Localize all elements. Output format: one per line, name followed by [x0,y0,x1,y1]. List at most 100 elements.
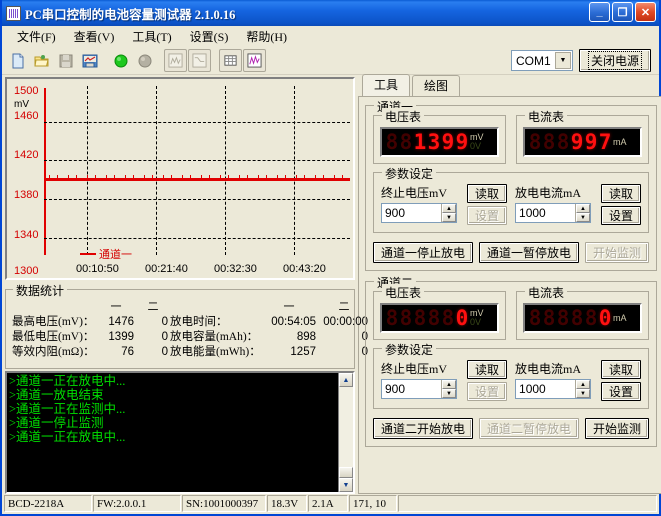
channel2-voltage-unit: mV 0V [470,309,484,327]
scrollbar-thumb[interactable] [339,467,353,478]
spin-up-icon[interactable]: ▲ [442,204,456,213]
channel2-pause-discharge-button[interactable]: 通道二暂停放电 [479,418,580,439]
scrollbar-track[interactable] [339,387,353,467]
channel2-left-buttons: 读取 设置 [467,360,508,401]
channel1-params: 参数设定 终止电压mV ▲ ▼ [373,165,650,233]
tab-tools[interactable]: 工具 [362,74,411,96]
open-file-button[interactable] [30,49,53,72]
plot-view-button[interactable] [243,49,266,72]
channel1-current-read-button[interactable]: 读取 [601,184,642,203]
stat-capacity-ch1: 898 [296,331,316,343]
tools-tab-panel: 通道一 电压表 8 8 1 3 9 9 mV 0V 电流表 8 8 8 9 9 … [358,96,661,494]
channel1-stop-discharge-button[interactable]: 通道一停止放电 [373,242,474,263]
channel1-current-input[interactable] [516,204,576,222]
statistics-grid: 一 二 一 二 最高电压(mV)： 1476 0 放电时间： 00:54:05 … [12,300,368,360]
statistics-panel: 数据统计 一 二 一 二 最高电压(mV)： 1476 0 放电时间： 00:5… [5,282,368,369]
close-button[interactable]: ✕ [635,2,656,22]
led-digit: 9 [455,129,469,154]
spin-up-icon[interactable]: ▲ [576,204,591,213]
channel2-voltage-digits: 8 8 8 8 8 0 [385,305,469,330]
menu-view[interactable]: 查看(V) [65,26,124,47]
save-button[interactable] [54,49,77,72]
led-digit: 8 [399,305,413,330]
maximize-button[interactable]: ❐ [612,2,633,22]
minimize-button[interactable]: _ [589,2,610,22]
x-tick-1: 00:10:50 [76,263,119,275]
x-tick-3: 00:32:30 [214,263,257,275]
save-chart-button[interactable] [78,49,101,72]
chart-view-button[interactable] [164,49,187,72]
table-view-button[interactable] [219,49,242,72]
channel2-voltage-display: 8 8 8 8 8 0 mV 0V [380,303,500,333]
channel1-cutoff-read-button[interactable]: 读取 [467,184,508,203]
voltage-chart-panel[interactable]: 1500 mV 1460 1420 1380 1340 1300 通道一 00:… [5,77,355,280]
led-digit: 3 [427,129,441,154]
spin-down-icon[interactable]: ▼ [442,213,456,222]
chevron-down-icon[interactable]: ▼ [554,52,571,69]
channel2-current-read-button[interactable]: 读取 [601,360,642,379]
channel1-current-set-button[interactable]: 设置 [601,206,642,225]
log-text-area[interactable]: >通道一正在放电中... >通道一放电结束 >通道一正在监测中... >通道一停… [7,373,338,492]
menu-settings[interactable]: 设置(S) [181,26,238,47]
title-bar: PC串口控制的电池容量测试器 2.1.0.16 _ ❐ ✕ [2,0,659,26]
log-line: >通道一正在监测中... [9,402,126,416]
channel2-cutoff-stepper[interactable]: ▲ ▼ [381,379,457,399]
channel2-current-spin-buttons[interactable]: ▲ ▼ [575,380,591,398]
window-controls: _ ❐ ✕ [589,2,656,22]
channel2-start-monitor-button[interactable]: 开始监测 [585,418,650,439]
table-icon [224,55,237,66]
channel1-start-monitor-button[interactable]: 开始监测 [585,242,650,263]
com-port-select[interactable]: COM1 ▼ [510,50,573,71]
status-model: BCD-2218A [4,495,92,512]
grid-line-t3 [225,86,226,255]
channel1-voltage-unit: mV 0V [470,133,484,151]
channel2-ammeter: 电流表 8 8 8 8 8 0 mA [516,284,650,340]
new-file-button[interactable] [6,49,29,72]
power-button-label: 关闭电源 [587,51,642,70]
channel1-right-buttons: 读取 设置 [601,184,642,225]
spin-up-icon[interactable]: ▲ [576,380,591,389]
channel1-cutoff-spin-buttons[interactable]: ▲ ▼ [441,204,456,222]
stat-label-energy: 放电能量(mWh)： [170,346,261,358]
stop-button[interactable] [133,49,156,72]
unit-top-label: mA [613,136,627,147]
scroll-up-icon[interactable]: ▲ [339,373,353,387]
channel1-pause-discharge-button[interactable]: 通道一暂停放电 [479,242,580,263]
channel1-cutoff-input[interactable] [382,204,441,222]
log-line: >通道一正在放电中... [9,430,126,444]
status-coords: 171, 10 [349,495,397,512]
led-digit: 1 [413,129,427,154]
spin-down-icon[interactable]: ▼ [576,213,591,222]
channel2-current-display: 8 8 8 8 8 0 mA [523,303,643,333]
channel2-current-set-button[interactable]: 设置 [601,382,642,401]
channel1-current-stepper[interactable]: ▲ ▼ [515,203,592,223]
spin-down-icon[interactable]: ▼ [576,389,591,398]
channel1-cutoff-stepper[interactable]: ▲ ▼ [381,203,457,223]
wave-view-button[interactable] [188,49,211,72]
channel2-current-input[interactable] [516,380,576,398]
led-digit: 7 [598,129,612,154]
scroll-down-icon[interactable]: ▼ [339,478,353,492]
menu-help[interactable]: 帮助(H) [237,26,296,47]
spin-down-icon[interactable]: ▼ [442,389,456,398]
start-button[interactable] [109,49,132,72]
spin-up-icon[interactable]: ▲ [442,380,456,389]
channel2-current-stepper[interactable]: ▲ ▼ [515,379,592,399]
save-chart-icon [82,54,97,67]
channel1-current-spin-buttons[interactable]: ▲ ▼ [575,204,591,222]
log-scrollbar[interactable]: ▲ ▼ [338,373,353,492]
grid-line-t2 [156,86,157,255]
channel2-cutoff-spin-buttons[interactable]: ▲ ▼ [441,380,456,398]
channel2-cutoff-set-button[interactable]: 设置 [467,382,508,401]
channel1-cutoff-set-button[interactable]: 设置 [467,206,508,225]
tab-plot[interactable]: 绘图 [412,75,461,96]
channel1-current-digits: 8 8 8 9 9 7 [528,129,612,154]
channel2-cutoff-input[interactable] [382,380,441,398]
menu-tools[interactable]: 工具(T) [123,26,180,47]
power-button[interactable]: 关闭电源 [578,49,651,72]
status-current: 2.1A [308,495,348,512]
channel2-cutoff-read-button[interactable]: 读取 [467,360,508,379]
channel2-start-discharge-button[interactable]: 通道二开始放电 [373,418,474,439]
log-panel[interactable]: >通道一正在放电中... >通道一放电结束 >通道一正在监测中... >通道一停… [5,371,355,494]
menu-file[interactable]: 文件(F) [8,26,65,47]
